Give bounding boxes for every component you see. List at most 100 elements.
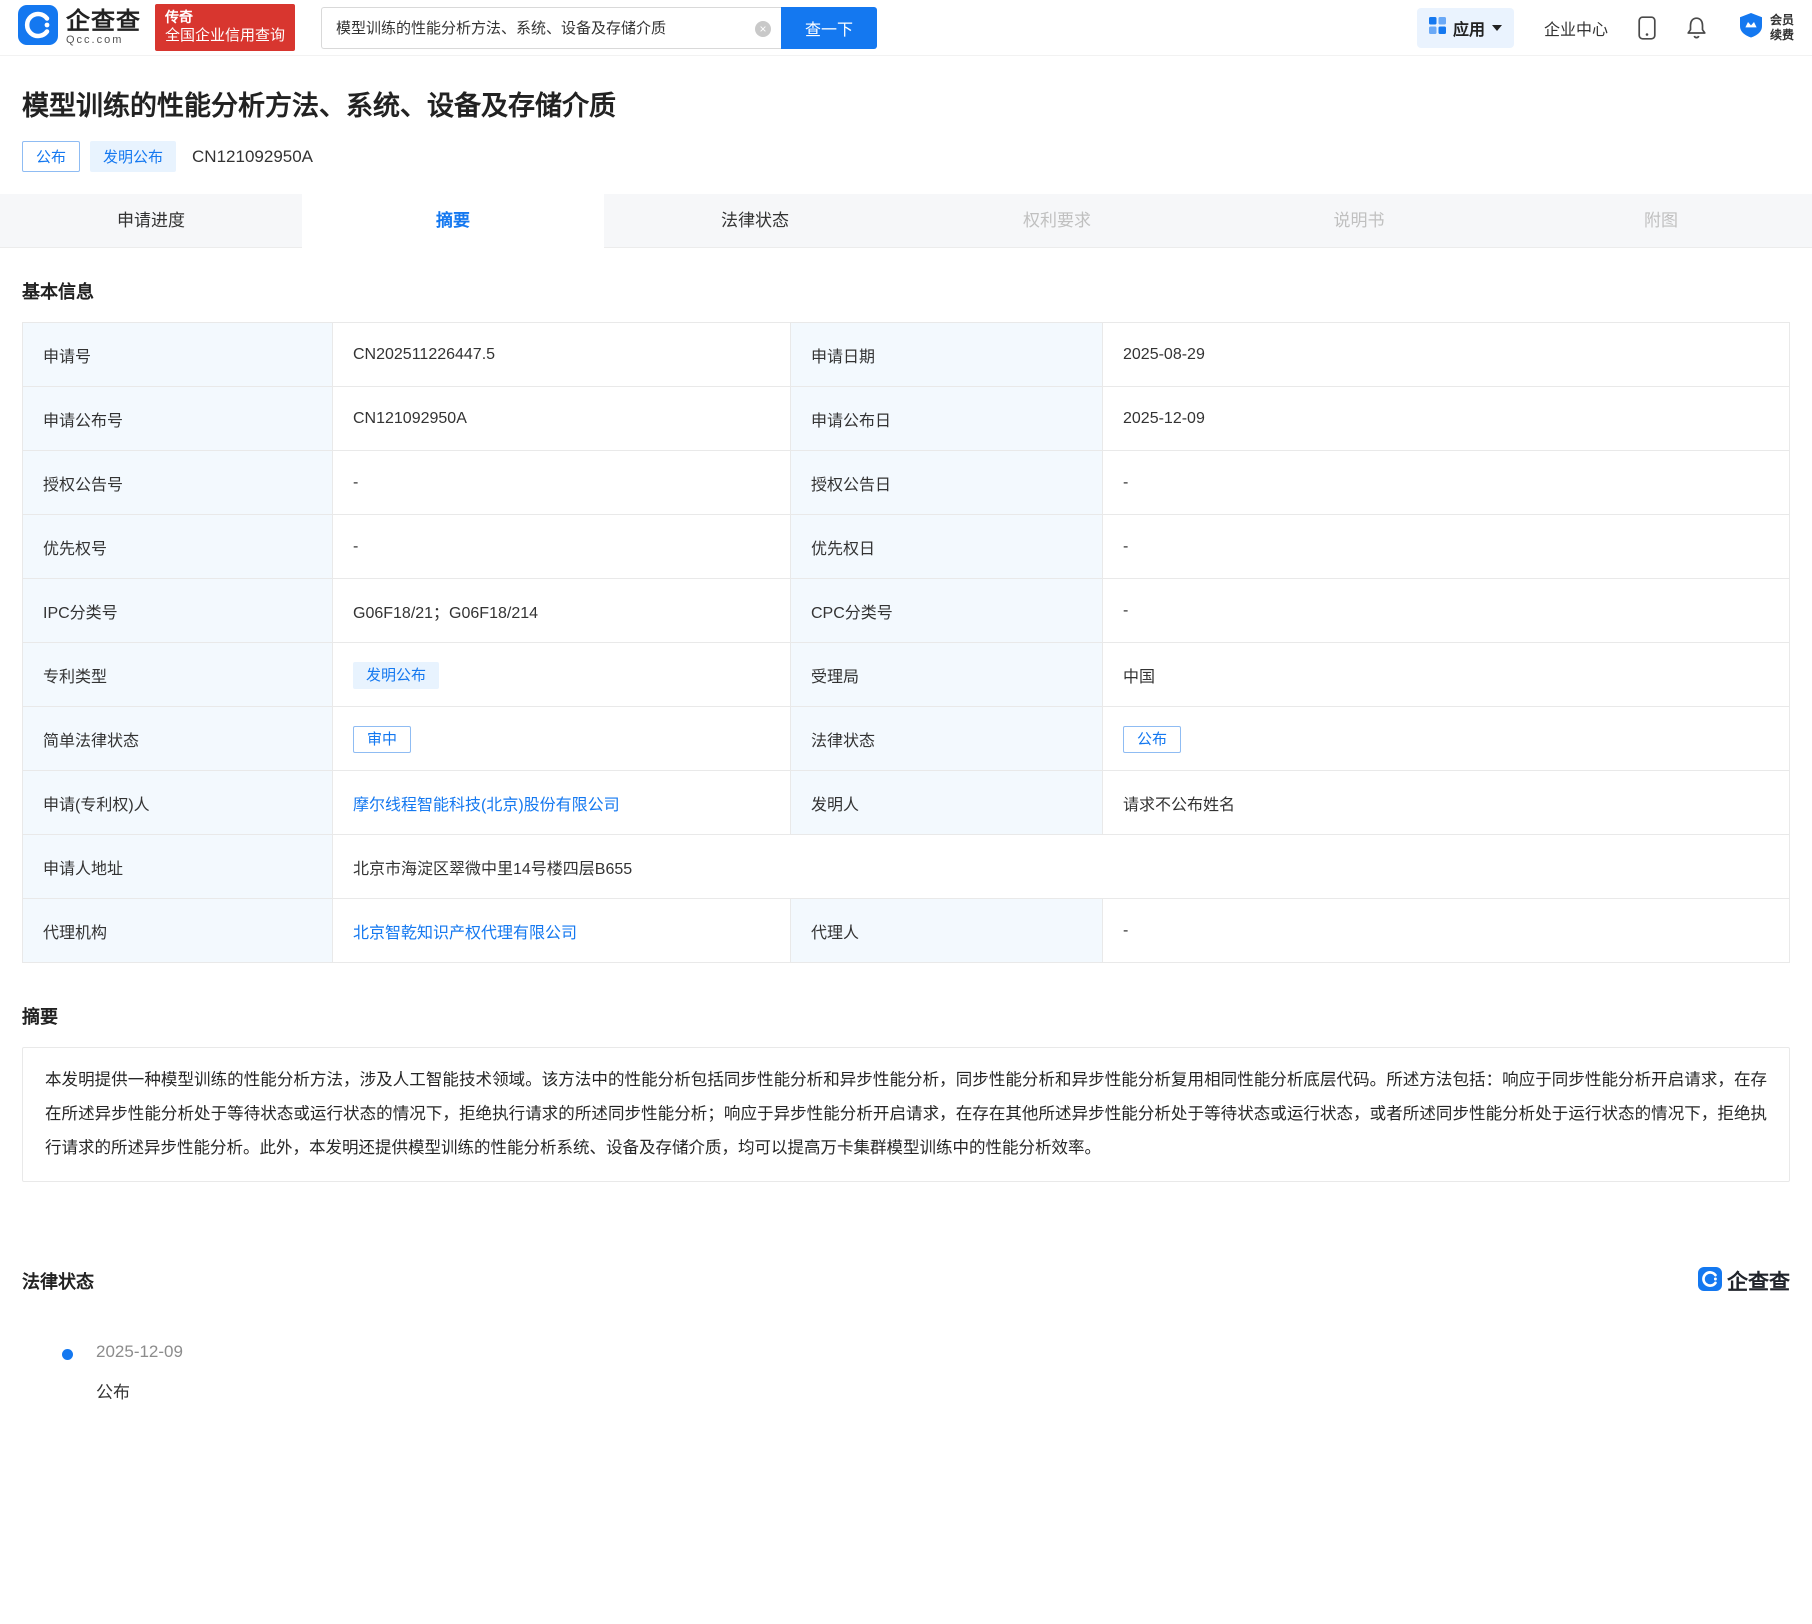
chevron-down-icon [1491, 24, 1502, 31]
field-value: - [332, 514, 791, 579]
qcc-logo[interactable]: 企查查 Qcc.com [18, 5, 141, 50]
field-value: 中国 [1102, 642, 1790, 707]
page-title: 模型训练的性能分析方法、系统、设备及存储介质 [22, 91, 616, 121]
field-label: 申请(专利权)人 [22, 770, 333, 835]
apps-menu-label: 应用 [1452, 21, 1485, 39]
field-value: 2025-08-29 [1102, 322, 1790, 387]
field-label: 简单法律状态 [22, 706, 333, 771]
timeline-dot-icon [62, 1349, 73, 1361]
table-row: 申请(专利权)人 摩尔线程智能科技(北京)股份有限公司 发明人 请求不公布姓名 [22, 770, 1790, 835]
field-value: - [1102, 450, 1790, 515]
apps-menu[interactable]: 应用 [1416, 7, 1514, 48]
brand-name: 企查查 [66, 7, 141, 35]
field-label: 授权公告日 [790, 450, 1103, 515]
legal-status-section-title: 法律状态 [22, 1272, 94, 1293]
brand-domain: Qcc.com [66, 33, 124, 46]
field-value: 审中 [332, 706, 791, 771]
table-row: 申请号 CN202511226447.5 申请日期 2025-08-29 [22, 322, 1790, 387]
field-label: 申请公布号 [22, 386, 333, 451]
field-label: 申请人地址 [22, 834, 333, 899]
field-label: 代理人 [790, 898, 1103, 963]
search-input[interactable] [322, 7, 782, 48]
search-button[interactable]: 查一下 [781, 6, 878, 49]
field-label: 法律状态 [790, 706, 1103, 771]
simple-legal-status-badge: 审中 [353, 726, 412, 753]
table-row: IPC分类号 G06F18/21；G06F18/214 CPC分类号 - [22, 578, 1790, 643]
field-value: 发明公布 [332, 642, 791, 707]
abstract-text: 本发明提供一种模型训练的性能分析方法，涉及人工智能技术领域。该方法中的性能分析包… [22, 1047, 1790, 1183]
field-label: 优先权号 [22, 514, 333, 579]
mobile-app-icon[interactable] [1638, 15, 1656, 40]
field-value: 北京智乾知识产权代理有限公司 [332, 898, 791, 963]
tab-figures: 附图 [1644, 211, 1678, 230]
table-row: 优先权号 - 优先权日 - [22, 514, 1790, 579]
abstract-section-title: 摘要 [22, 1007, 58, 1027]
promo-line2: 全国企业信用查询 [165, 27, 286, 45]
legal-status-timeline: 2025-12-09 公布 [22, 1342, 1790, 1463]
field-label: CPC分类号 [790, 578, 1103, 643]
agency-company-link[interactable]: 北京智乾知识产权代理有限公司 [353, 925, 577, 942]
timeline-item: 2025-12-09 公布 [22, 1342, 1790, 1403]
timeline-date: 2025-12-09 [96, 1342, 183, 1362]
field-value: - [1102, 514, 1790, 579]
search-bar: × 查一下 [321, 6, 878, 49]
clear-search-icon[interactable]: × [755, 20, 772, 37]
field-value: 请求不公布姓名 [1102, 770, 1790, 835]
tab-abstract[interactable]: 摘要 [302, 194, 604, 248]
table-row: 申请公布号 CN121092950A 申请公布日 2025-12-09 [22, 386, 1790, 451]
notification-bell-icon[interactable] [1686, 16, 1707, 40]
table-row: 授权公告号 - 授权公告日 - [22, 450, 1790, 515]
table-row: 申请人地址 北京市海淀区翠微中里14号楼四层B655 [22, 834, 1790, 899]
vip-renewal[interactable]: 会员 续费 [1737, 11, 1794, 44]
field-label: 申请号 [22, 322, 333, 387]
patent-detail-page: 企查查 Qcc.com 传奇 全国企业信用查询 × 查一下 应用 企业中 [0, 0, 1812, 1624]
tab-bar: 申请进度 摘要 法律状态 权利要求 说明书 附图 [0, 194, 1812, 248]
field-value: G06F18/21；G06F18/214 [332, 578, 791, 643]
field-label: 优先权日 [790, 514, 1103, 579]
table-row: 简单法律状态 审中 法律状态 公布 [22, 706, 1790, 771]
promo-line1: 传奇 [165, 9, 193, 26]
field-label: 申请日期 [790, 322, 1103, 387]
applicant-company-link[interactable]: 摩尔线程智能科技(北京)股份有限公司 [353, 797, 620, 814]
tab-application-progress[interactable]: 申请进度 [0, 194, 302, 247]
patent-type-badge: 发明公布 [90, 141, 177, 172]
top-header: 企查查 Qcc.com 传奇 全国企业信用查询 × 查一下 应用 企业中 [0, 0, 1812, 56]
status-badge: 公布 [22, 141, 81, 172]
field-label: IPC分类号 [22, 578, 333, 643]
publication-number: CN121092950A [192, 146, 314, 166]
basic-info-section-title: 基本信息 [22, 282, 94, 302]
field-value: 摩尔线程智能科技(北京)股份有限公司 [332, 770, 791, 835]
field-label: 发明人 [790, 770, 1103, 835]
field-label: 代理机构 [22, 898, 333, 963]
field-label: 受理局 [790, 642, 1103, 707]
basic-info-table: 申请号 CN202511226447.5 申请日期 2025-08-29 申请公… [22, 322, 1790, 963]
qcc-logo-icon [18, 5, 58, 50]
enterprise-center-link[interactable]: 企业中心 [1544, 16, 1608, 40]
timeline-status: 公布 [96, 1383, 130, 1403]
vip-badge-icon [1737, 11, 1765, 44]
tab-claims: 权利要求 [1023, 211, 1091, 230]
qcc-watermark-text: 企查查 [1727, 1271, 1790, 1295]
legal-status-badge: 公布 [1123, 726, 1182, 753]
field-value: CN121092950A [332, 386, 791, 451]
table-row: 代理机构 北京智乾知识产权代理有限公司 代理人 - [22, 898, 1790, 963]
tab-description: 说明书 [1333, 211, 1385, 230]
tab-legal-status[interactable]: 法律状态 [604, 194, 906, 247]
qcc-watermark-logo: 企查查 [1698, 1266, 1790, 1296]
promo-badge[interactable]: 传奇 全国企业信用查询 [155, 4, 296, 51]
field-value: 公布 [1102, 706, 1790, 771]
patent-type-badge: 发明公布 [353, 662, 440, 689]
field-label: 授权公告号 [22, 450, 333, 515]
field-label: 申请公布日 [790, 386, 1103, 451]
table-row: 专利类型 发明公布 受理局 中国 [22, 642, 1790, 707]
field-value: - [332, 450, 791, 515]
vip-label-line2: 续费 [1769, 27, 1794, 42]
field-value: 北京市海淀区翠微中里14号楼四层B655 [332, 834, 1790, 899]
field-label: 专利类型 [22, 642, 333, 707]
field-value: - [1102, 578, 1790, 643]
qcc-logo-icon [1698, 1266, 1722, 1296]
field-value: 2025-12-09 [1102, 386, 1790, 451]
title-block: 模型训练的性能分析方法、系统、设备及存储介质 公布 发明公布 CN1210929… [0, 56, 1812, 194]
vip-label-line1: 会员 [1769, 12, 1794, 27]
apps-grid-icon [1428, 16, 1446, 39]
